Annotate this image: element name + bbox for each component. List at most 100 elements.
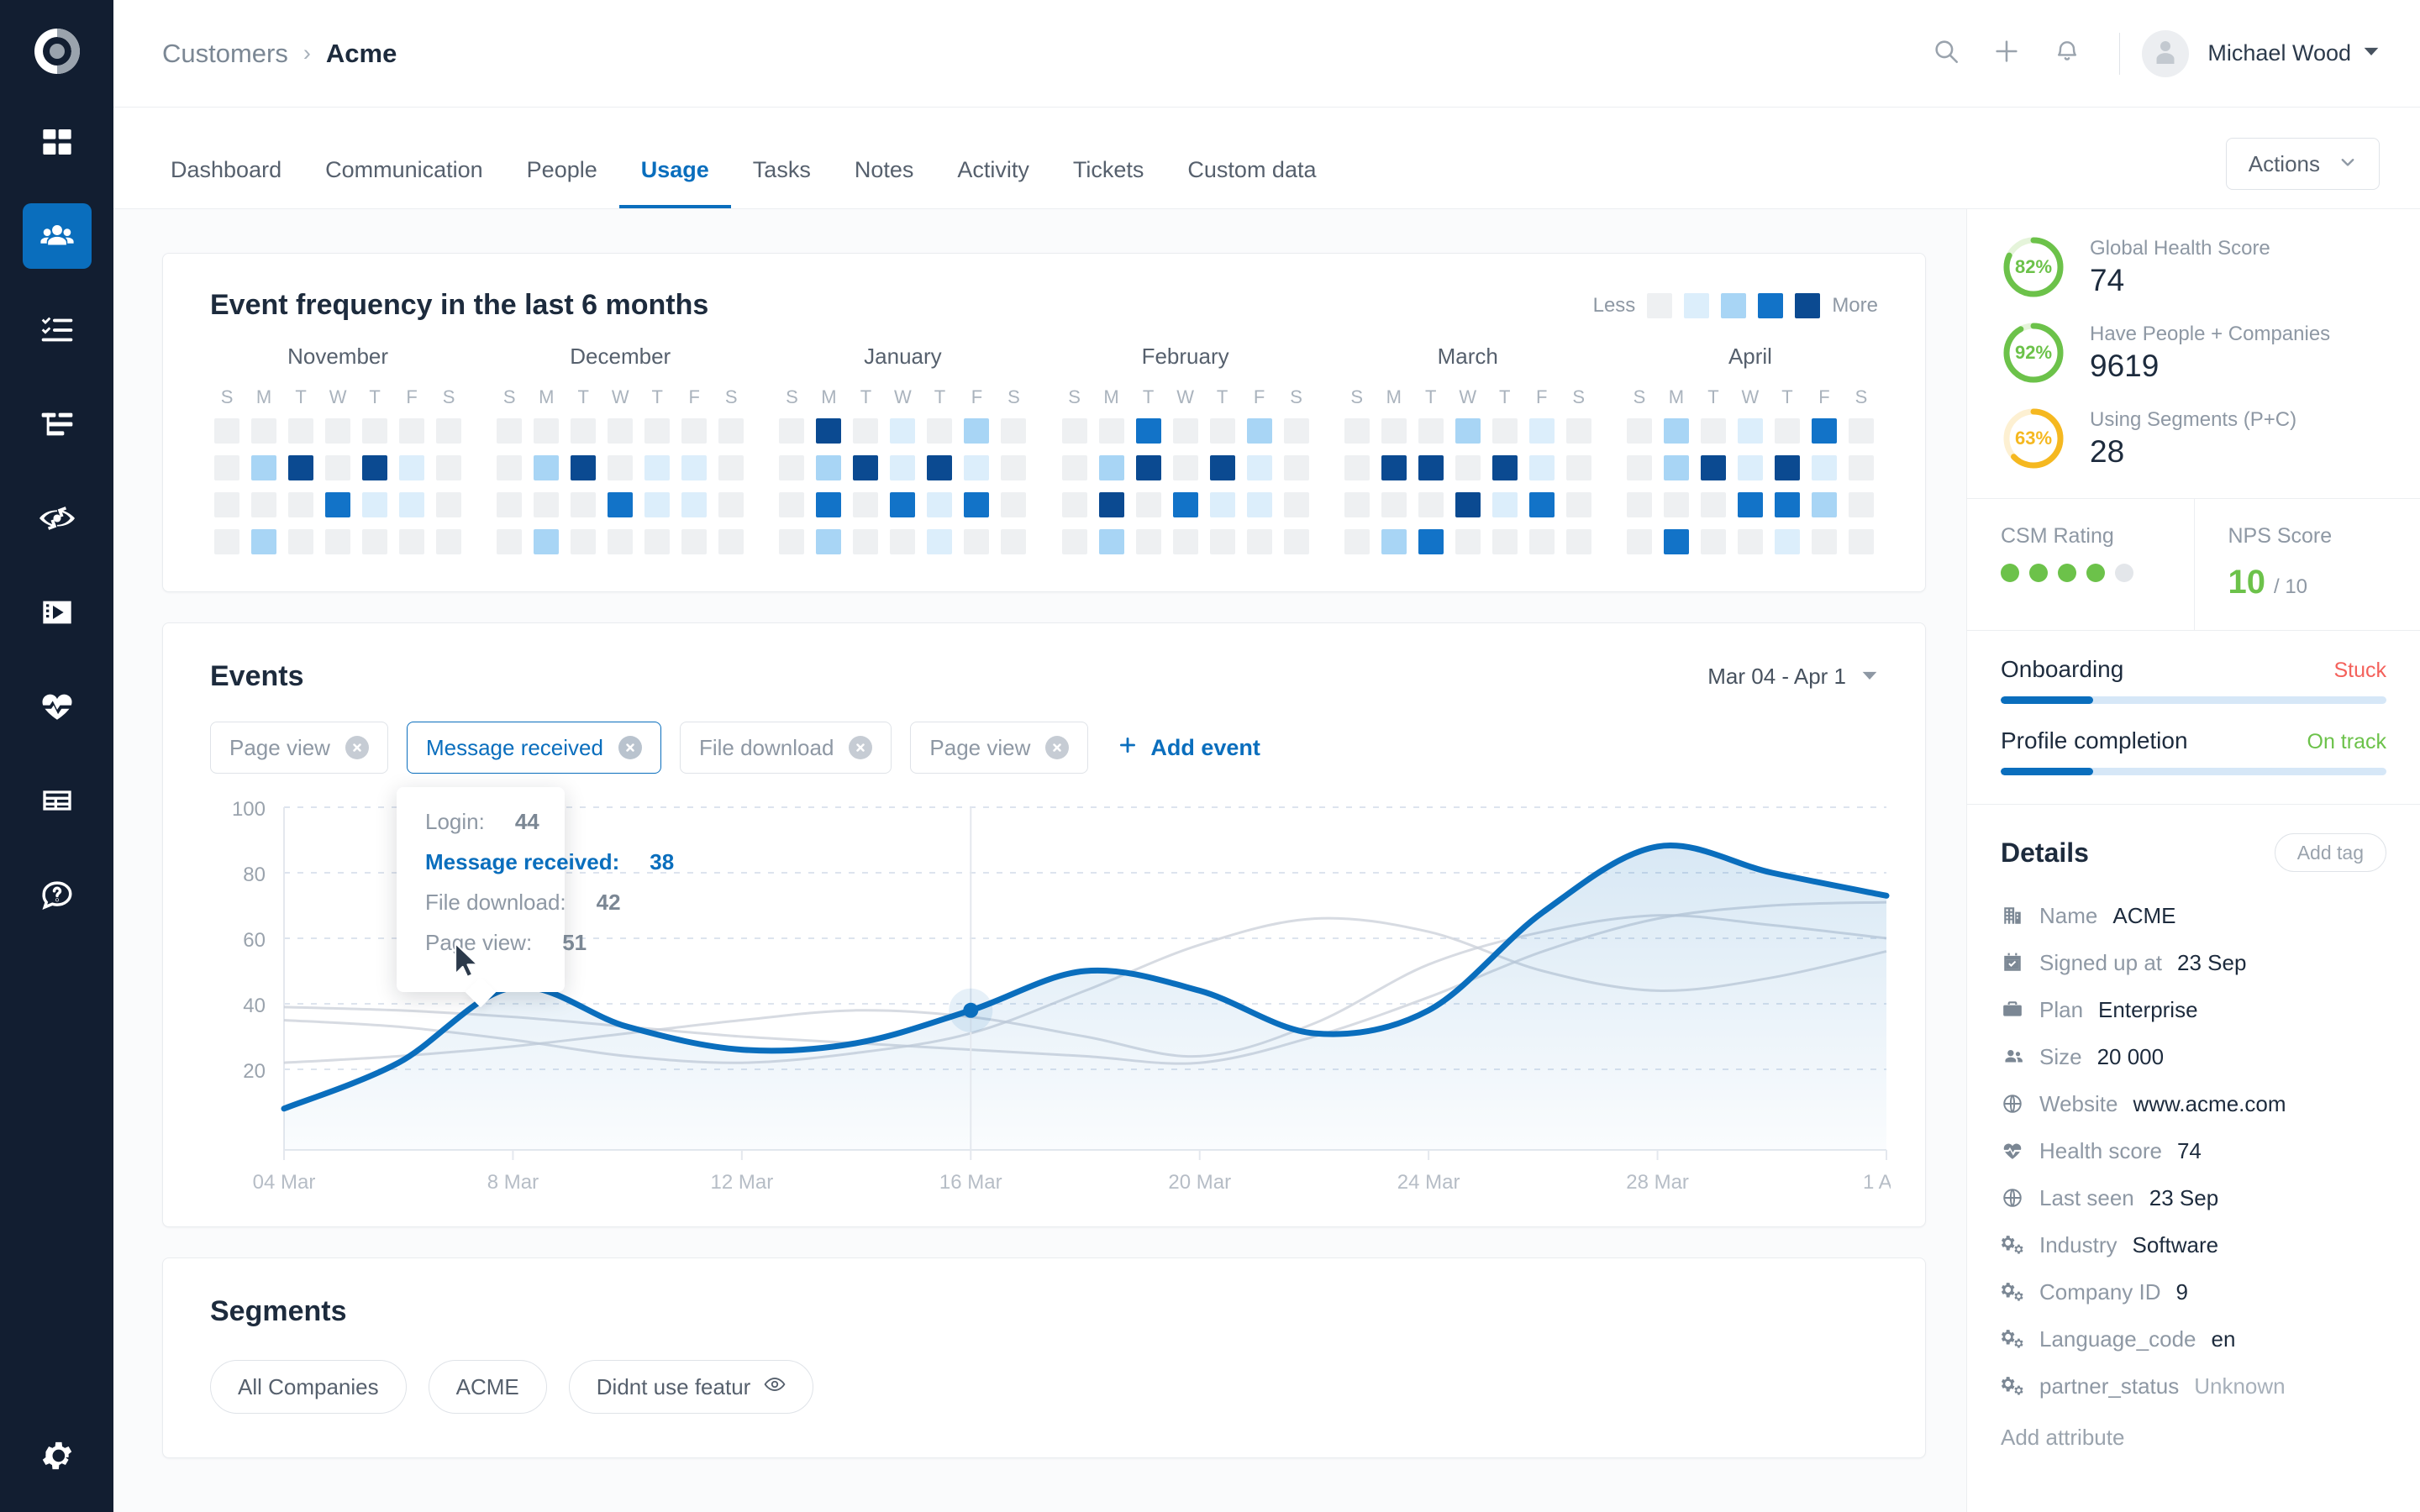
heatmap-cell[interactable]	[1455, 455, 1481, 480]
heatmap-cell[interactable]	[571, 492, 597, 517]
close-icon[interactable]	[345, 736, 369, 759]
heatmap-cell[interactable]	[927, 418, 953, 444]
heatmap-cell[interactable]	[1098, 418, 1124, 444]
heatmap-cell[interactable]	[681, 418, 708, 444]
heatmap-cell[interactable]	[816, 529, 842, 554]
sidebar-item-dashboard[interactable]	[23, 109, 92, 175]
chart-hover-point[interactable]	[963, 1002, 979, 1018]
heatmap-cell[interactable]	[853, 529, 879, 554]
heatmap-cell[interactable]	[1565, 418, 1591, 444]
heatmap-cell[interactable]	[534, 418, 560, 444]
heatmap-cell[interactable]	[608, 418, 634, 444]
event-filter-chip[interactable]: Page view	[210, 722, 388, 774]
heatmap-cell[interactable]	[927, 455, 953, 480]
heatmap-cell[interactable]	[497, 455, 523, 480]
heatmap-cell[interactable]	[1061, 455, 1087, 480]
heatmap-cell[interactable]	[1528, 418, 1555, 444]
heatmap-cell[interactable]	[1135, 492, 1161, 517]
heatmap-cell[interactable]	[214, 418, 240, 444]
heatmap-cell[interactable]	[1283, 492, 1309, 517]
detail-row[interactable]: Language_code en	[2001, 1315, 2386, 1362]
heatmap-cell[interactable]	[1001, 418, 1027, 444]
heatmap-cell[interactable]	[1700, 418, 1726, 444]
heatmap-cell[interactable]	[1491, 492, 1518, 517]
heatmap-cell[interactable]	[1774, 418, 1800, 444]
add-tag-button[interactable]: Add tag	[2274, 833, 2386, 872]
heatmap-cell[interactable]	[362, 418, 388, 444]
heatmap-cell[interactable]	[718, 418, 744, 444]
heatmap-cell[interactable]	[1001, 492, 1027, 517]
heatmap-cell[interactable]	[1626, 492, 1652, 517]
csm-rating-dot[interactable]	[2086, 564, 2105, 582]
heatmap-cell[interactable]	[1209, 529, 1235, 554]
heatmap-cell[interactable]	[927, 492, 953, 517]
actions-button[interactable]: Actions	[2225, 138, 2380, 190]
user-name[interactable]: Michael Wood	[2207, 40, 2351, 66]
detail-row[interactable]: Company ID 9	[2001, 1268, 2386, 1315]
heatmap-cell[interactable]	[362, 455, 388, 480]
heatmap-cell[interactable]	[718, 492, 744, 517]
heatmap-cell[interactable]	[1283, 418, 1309, 444]
sidebar-item-tasks[interactable]	[23, 297, 92, 363]
heatmap-cell[interactable]	[681, 529, 708, 554]
sidebar-item-settings[interactable]	[0, 1437, 113, 1478]
segment-chip[interactable]: Didnt use featur	[568, 1360, 814, 1414]
sidebar-item-health[interactable]	[23, 674, 92, 739]
heatmap-cell[interactable]	[644, 418, 671, 444]
heatmap-cell[interactable]	[1848, 418, 1874, 444]
add-event-button[interactable]: Add event	[1117, 734, 1260, 762]
heatmap-cell[interactable]	[571, 418, 597, 444]
heatmap-cell[interactable]	[325, 492, 351, 517]
heatmap-cell[interactable]	[1528, 529, 1555, 554]
heatmap-cell[interactable]	[1811, 529, 1837, 554]
event-filter-chip[interactable]: Message received	[406, 722, 661, 774]
heatmap-cell[interactable]	[436, 455, 462, 480]
close-icon[interactable]	[618, 736, 642, 759]
heatmap-cell[interactable]	[1455, 418, 1481, 444]
heatmap-cell[interactable]	[1344, 455, 1370, 480]
search-button[interactable]	[1916, 24, 1976, 84]
heatmap-cell[interactable]	[571, 529, 597, 554]
heatmap-cell[interactable]	[288, 492, 314, 517]
heatmap-cell[interactable]	[1811, 418, 1837, 444]
heatmap-cell[interactable]	[1700, 529, 1726, 554]
heatmap-cell[interactable]	[681, 455, 708, 480]
heatmap-cell[interactable]	[1098, 492, 1124, 517]
heatmap-cell[interactable]	[681, 492, 708, 517]
heatmap-cell[interactable]	[251, 418, 277, 444]
heatmap-cell[interactable]	[497, 529, 523, 554]
heatmap-cell[interactable]	[1001, 455, 1027, 480]
heatmap-cell[interactable]	[890, 492, 916, 517]
heatmap-cell[interactable]	[399, 492, 425, 517]
heatmap-cell[interactable]	[1061, 492, 1087, 517]
heatmap-cell[interactable]	[1418, 529, 1444, 554]
heatmap-cell[interactable]	[1001, 529, 1027, 554]
tab-custom-data[interactable]: Custom data	[1165, 159, 1338, 208]
avatar[interactable]	[2142, 29, 2190, 77]
csm-rating-dot[interactable]	[2058, 564, 2076, 582]
add-attribute-link[interactable]: Add attribute	[2001, 1425, 2386, 1451]
heatmap-cell[interactable]	[1344, 529, 1370, 554]
heatmap-cell[interactable]	[1626, 529, 1652, 554]
heatmap-cell[interactable]	[1135, 418, 1161, 444]
heatmap-cell[interactable]	[1283, 455, 1309, 480]
heatmap-cell[interactable]	[1663, 418, 1689, 444]
heatmap-cell[interactable]	[890, 455, 916, 480]
heatmap-cell[interactable]	[1774, 455, 1800, 480]
tab-tasks[interactable]: Tasks	[731, 159, 833, 208]
heatmap-cell[interactable]	[1135, 455, 1161, 480]
heatmap-cell[interactable]	[1209, 492, 1235, 517]
detail-row[interactable]: Size 20 000	[2001, 1033, 2386, 1080]
heatmap-cell[interactable]	[890, 529, 916, 554]
heatmap-cell[interactable]	[1098, 529, 1124, 554]
heatmap-cell[interactable]	[1491, 455, 1518, 480]
notifications-button[interactable]	[2037, 24, 2097, 84]
heatmap-cell[interactable]	[1848, 529, 1874, 554]
heatmap-cell[interactable]	[1774, 529, 1800, 554]
heatmap-cell[interactable]	[1811, 455, 1837, 480]
heatmap-cell[interactable]	[964, 492, 990, 517]
heatmap-cell[interactable]	[571, 455, 597, 480]
tab-people[interactable]: People	[505, 159, 619, 208]
heatmap-cell[interactable]	[1172, 529, 1198, 554]
heatmap-cell[interactable]	[1246, 529, 1272, 554]
